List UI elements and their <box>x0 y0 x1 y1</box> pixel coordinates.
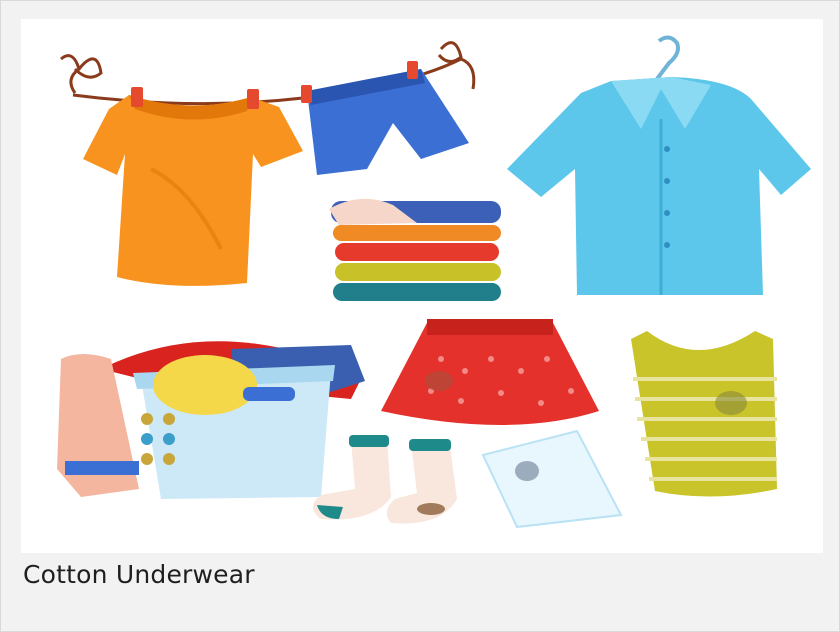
clothing-illustration <box>21 19 823 553</box>
dirty-socks <box>313 435 457 524</box>
yellow-striped-tank-top <box>631 331 777 497</box>
orange-tshirt <box>83 87 303 286</box>
image-card: Cotton Underwear <box>0 0 840 632</box>
laundry-basket <box>57 341 365 499</box>
folded-clothes-stack <box>329 198 501 301</box>
red-polka-dot-skirt <box>381 319 599 425</box>
blue-shorts <box>301 61 469 175</box>
image-caption: Cotton Underwear <box>23 560 255 589</box>
light-blue-shirt <box>507 35 811 295</box>
stained-handkerchief <box>481 429 623 529</box>
